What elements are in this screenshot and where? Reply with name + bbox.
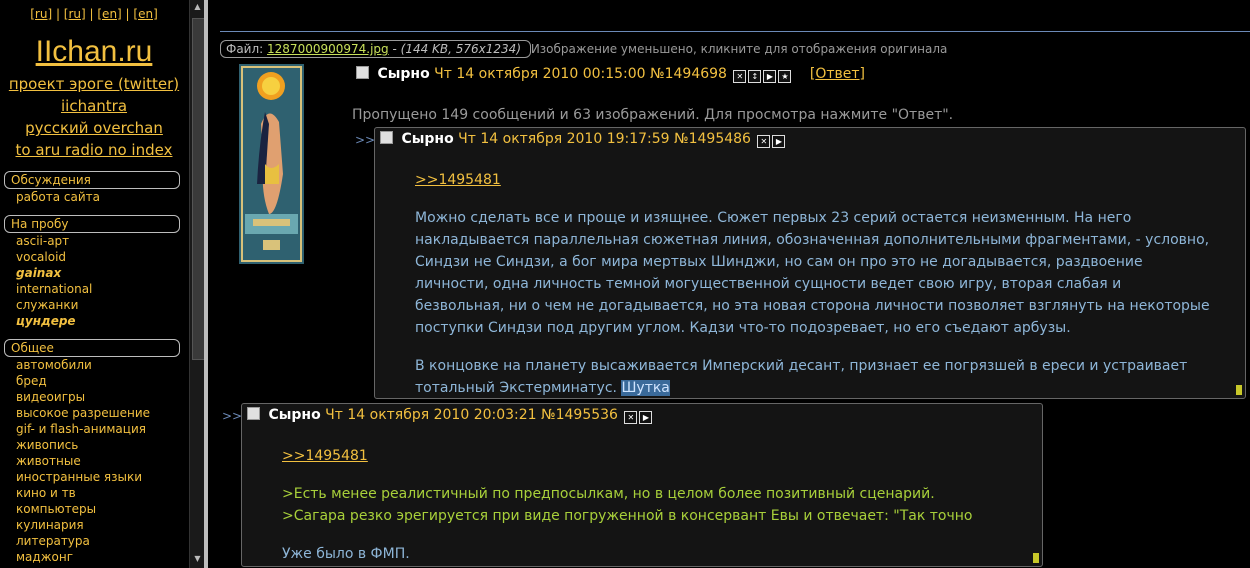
reply-select-checkbox[interactable]	[380, 131, 393, 144]
reply-poster-name: Сырно	[268, 407, 321, 423]
file-info-box: Файл: 1287000900974.jpg - (144 KB, 576x1…	[220, 40, 531, 58]
board-link-painting[interactable]: живопись	[16, 437, 188, 453]
favorite-star-icon[interactable]: ★	[778, 70, 792, 83]
link-russian-overchan[interactable]: русский overchan	[25, 119, 163, 137]
sidebar-links: проект эроге (twitter) iichantra русский…	[0, 73, 188, 161]
reply-post: Сырно Чт 14 октября 2010 20:03:21 №14955…	[241, 403, 1043, 567]
hide-post-icon[interactable]: ✕	[624, 411, 638, 424]
file-meta: (144 KB, 576x1234)	[400, 42, 521, 56]
op-thumbnail-image[interactable]	[239, 64, 304, 264]
board-link-cars[interactable]: автомобили	[16, 357, 188, 373]
greentext-line: >Есть менее реалистичный по предпосылкам…	[282, 486, 935, 502]
lang-en-link[interactable]: [en]	[97, 7, 121, 21]
site-logo[interactable]: IIchan.ru	[0, 35, 188, 69]
thread-view: Файл: 1287000900974.jpg - (144 KB, 576x1…	[208, 0, 1250, 568]
reply-date: Чт 14 октября 2010 20:03:21	[325, 407, 537, 423]
board-link-maids[interactable]: служанки	[16, 297, 188, 313]
reply-poster-name: Сырно	[401, 131, 454, 147]
board-link-literature[interactable]: литература	[16, 533, 188, 549]
reply-indent-arrows: >>	[222, 409, 243, 423]
op-reply-link[interactable]: Ответ	[815, 66, 859, 82]
board-link-random[interactable]: бред	[16, 373, 188, 389]
message-line: Синдзи не Синдзи, а бог мира мертвых Шин…	[415, 254, 1143, 270]
reply-select-checkbox[interactable]	[247, 407, 260, 420]
section-list-general: автомобили бред видеоигры высокое разреш…	[16, 357, 188, 565]
quote-link[interactable]: >>1495481	[415, 172, 501, 188]
hide-thread-icon[interactable]: ✕	[733, 70, 747, 83]
scroll-down-arrow-icon[interactable]: ▼	[192, 554, 203, 566]
board-link-ascii-art[interactable]: ascii-арт	[16, 233, 188, 249]
message-line-last: тотальный Экстерминатус. Шутка	[415, 377, 1210, 399]
op-poster-name: Сырно	[377, 66, 430, 82]
lang-en-frame-link[interactable]: [en]	[133, 7, 157, 21]
board-link-tsundere[interactable]: цундере	[16, 313, 188, 329]
post-message: Можно сделать все и проще и изящнее. Сюж…	[415, 207, 1210, 399]
op-post-number[interactable]: №1494698	[650, 66, 727, 82]
section-header-discussion[interactable]: Обсуждения	[4, 171, 180, 189]
message-line: накладывается параллельная сюжетная лини…	[415, 232, 1210, 248]
highlighted-word: Шутка	[621, 380, 670, 396]
board-link-foreign-languages[interactable]: иностранные языки	[16, 469, 188, 485]
board-link-computers[interactable]: компьютеры	[16, 501, 188, 517]
file-link[interactable]: 1287000900974.jpg	[267, 42, 389, 56]
skipped-posts-notice: Пропущено 149 сообщений и 63 изображений…	[352, 107, 954, 123]
top-divider-line	[220, 31, 1250, 32]
reply-indent-arrows: >>	[355, 133, 376, 147]
board-link-site-work[interactable]: работа сайта	[16, 189, 188, 205]
resize-corner-icon	[1033, 553, 1039, 563]
sidebar-scrollbar[interactable]: ▲ ▼	[189, 0, 205, 568]
link-to-aru-radio[interactable]: to aru radio no index	[16, 141, 173, 159]
board-link-gif-flash[interactable]: gif- и flash-анимация	[16, 421, 188, 437]
quote-link[interactable]: >>1495481	[282, 448, 368, 464]
reply-header: Сырно Чт 14 октября 2010 19:17:59 №14954…	[380, 131, 786, 148]
section-header-general[interactable]: Общее	[4, 339, 180, 357]
expand-thread-icon[interactable]: ↕	[748, 70, 762, 83]
resize-corner-icon	[1236, 385, 1242, 395]
file-note: Изображение уменьшено, кликните для отоб…	[530, 42, 948, 56]
section-list-discussion: работа сайта	[16, 189, 188, 205]
op-file-info: Файл: 1287000900974.jpg - (144 KB, 576x1…	[220, 40, 948, 58]
message-line: безвольная, ни о чем не догадывается, но…	[415, 298, 1210, 314]
file-label: Файл:	[226, 42, 264, 56]
reply-post: Сырно Чт 14 октября 2010 19:17:59 №14954…	[374, 127, 1246, 399]
reply-arrow-icon[interactable]: ▶	[763, 70, 777, 83]
lang-ru-frame-link[interactable]: [ru]	[64, 7, 86, 21]
board-link-movies-tv[interactable]: кино и тв	[16, 485, 188, 501]
board-link-international[interactable]: international	[16, 281, 188, 297]
section-list-trial: ascii-арт vocaloid gainax international …	[16, 233, 188, 329]
post-message: >Есть менее реалистичный по предпосылкам…	[282, 483, 972, 565]
board-link-animals[interactable]: животные	[16, 453, 188, 469]
reply-post-number[interactable]: №1495536	[541, 407, 618, 423]
op-date: Чт 14 октября 2010 00:15:00	[434, 66, 646, 82]
reply-post-number[interactable]: №1495486	[674, 131, 751, 147]
message-line: Можно сделать все и проще и изящнее. Сюж…	[415, 210, 1132, 226]
board-link-vocaloid[interactable]: vocaloid	[16, 249, 188, 265]
reply-header: Сырно Чт 14 октября 2010 20:03:21 №14955…	[247, 407, 653, 424]
message-line: В концовке на планету высаживается Импер…	[415, 358, 1188, 374]
board-link-gainax[interactable]: gainax	[16, 265, 188, 281]
message-line: личности, одна личность темной могуществ…	[415, 276, 1122, 292]
op-select-checkbox[interactable]	[356, 66, 369, 79]
link-iichantra[interactable]: iichantra	[61, 97, 127, 115]
reply-date: Чт 14 октября 2010 19:17:59	[458, 131, 670, 147]
op-reply-link-wrapper: [Ответ]	[809, 66, 865, 82]
board-link-mahjong[interactable]: маджонг	[16, 549, 188, 565]
board-link-highres[interactable]: высокое разрешение	[16, 405, 188, 421]
lang-ru-link[interactable]: [ru]	[30, 7, 52, 21]
reply-arrow-icon[interactable]: ▶	[772, 135, 786, 148]
message-line: поступки Синдзи под другим углом. Кадзи …	[415, 320, 1071, 336]
link-eroge-project[interactable]: проект эроге (twitter)	[9, 75, 179, 93]
greentext-line: >Сагара резко эрегируется при виде погру…	[282, 508, 973, 524]
hide-post-icon[interactable]: ✕	[757, 135, 771, 148]
message-line: Уже было в ФМП.	[282, 546, 410, 562]
language-switcher: [ru] | [ru] | [en] | [en]	[30, 7, 158, 21]
sidebar: [ru] | [ru] | [en] | [en] IIchan.ru прое…	[0, 0, 188, 568]
reply-arrow-icon[interactable]: ▶	[639, 411, 653, 424]
board-link-videogames[interactable]: видеоигры	[16, 389, 188, 405]
op-header: Сырно Чт 14 октября 2010 00:15:00 №14946…	[356, 66, 865, 83]
message-text: тотальный Экстерминатус.	[415, 380, 617, 396]
board-link-cooking[interactable]: кулинария	[16, 517, 188, 533]
section-header-trial[interactable]: На пробу	[4, 215, 180, 233]
scroll-up-arrow-icon[interactable]: ▲	[192, 2, 203, 14]
